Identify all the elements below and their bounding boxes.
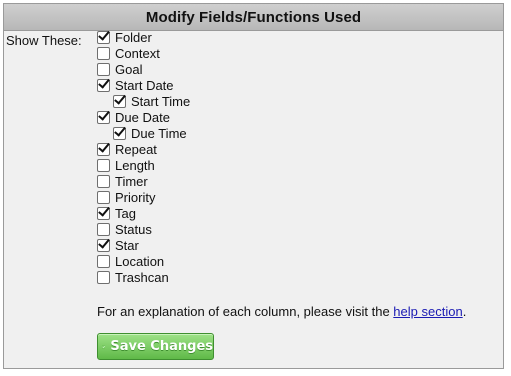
field-option-location[interactable]: Location — [97, 253, 190, 269]
field-option-folder[interactable]: Folder — [97, 29, 190, 45]
field-option-timer[interactable]: Timer — [97, 173, 190, 189]
field-option-label: Timer — [115, 173, 148, 189]
checkbox[interactable] — [97, 78, 110, 92]
field-option-repeat[interactable]: Repeat — [97, 141, 190, 157]
field-option-priority[interactable]: Priority — [97, 189, 190, 205]
checkbox[interactable] — [97, 174, 110, 188]
save-changes-button[interactable]: Save Changes — [97, 333, 214, 360]
explanation-prefix: For an explanation of each column, pleas… — [97, 304, 394, 319]
field-option-due-time[interactable]: Due Time — [97, 125, 190, 141]
panel-header: Modify Fields/Functions Used — [4, 4, 503, 31]
checkbox[interactable] — [97, 110, 110, 124]
show-these-label: Show These: — [6, 33, 82, 48]
checkbox[interactable] — [97, 46, 110, 60]
field-option-label: Context — [115, 45, 160, 61]
field-option-label: Status — [115, 221, 152, 237]
checkbox[interactable] — [113, 126, 126, 140]
field-option-label: Location — [115, 253, 165, 269]
checkbox[interactable] — [97, 158, 110, 172]
field-option-due-date[interactable]: Due Date — [97, 109, 190, 125]
field-option-label: Repeat — [115, 141, 157, 157]
checkbox[interactable] — [97, 30, 110, 44]
field-option-start-date[interactable]: Start Date — [97, 77, 190, 93]
field-option-context[interactable]: Context — [97, 45, 190, 61]
help-explanation: For an explanation of each column, pleas… — [97, 304, 466, 319]
field-option-label: Trashcan — [115, 269, 169, 285]
field-option-label: Folder — [115, 29, 152, 45]
field-option-label: Length — [115, 157, 155, 173]
field-option-trashcan[interactable]: Trashcan — [97, 269, 190, 285]
field-checkbox-list: Folder Context Goal Start Date Start Time Due… — [97, 29, 190, 285]
field-option-status[interactable]: Status — [97, 221, 190, 237]
field-option-label: Start Date — [115, 77, 174, 93]
checkbox[interactable] — [97, 238, 110, 252]
field-option-tag[interactable]: Tag — [97, 205, 190, 221]
field-option-star[interactable]: Star — [97, 237, 190, 253]
field-option-label: Due Time — [131, 125, 187, 141]
checkbox[interactable] — [97, 62, 110, 76]
field-option-start-time[interactable]: Start Time — [97, 93, 190, 109]
checkbox[interactable] — [97, 254, 110, 268]
field-option-label: Tag — [115, 205, 136, 221]
checkbox[interactable] — [97, 142, 110, 156]
field-option-label: Due Date — [115, 109, 170, 125]
field-option-label: Start Time — [131, 93, 191, 109]
field-option-label: Star — [115, 237, 139, 253]
field-option-goal[interactable]: Goal — [97, 61, 190, 77]
checkbox[interactable] — [97, 222, 110, 236]
explanation-suffix: . — [462, 304, 467, 319]
panel-title: Modify Fields/Functions Used — [145, 8, 362, 26]
checkbox[interactable] — [97, 270, 110, 284]
checkmark-icon — [102, 344, 106, 349]
checkbox[interactable] — [113, 94, 126, 108]
field-option-length[interactable]: Length — [97, 157, 190, 173]
help-section-link[interactable]: help section — [393, 304, 462, 319]
save-changes-label: Save Changes — [110, 339, 213, 354]
checkbox[interactable] — [97, 190, 110, 204]
checkbox[interactable] — [97, 206, 110, 220]
field-option-label: Priority — [115, 189, 156, 205]
field-option-label: Goal — [115, 61, 143, 77]
